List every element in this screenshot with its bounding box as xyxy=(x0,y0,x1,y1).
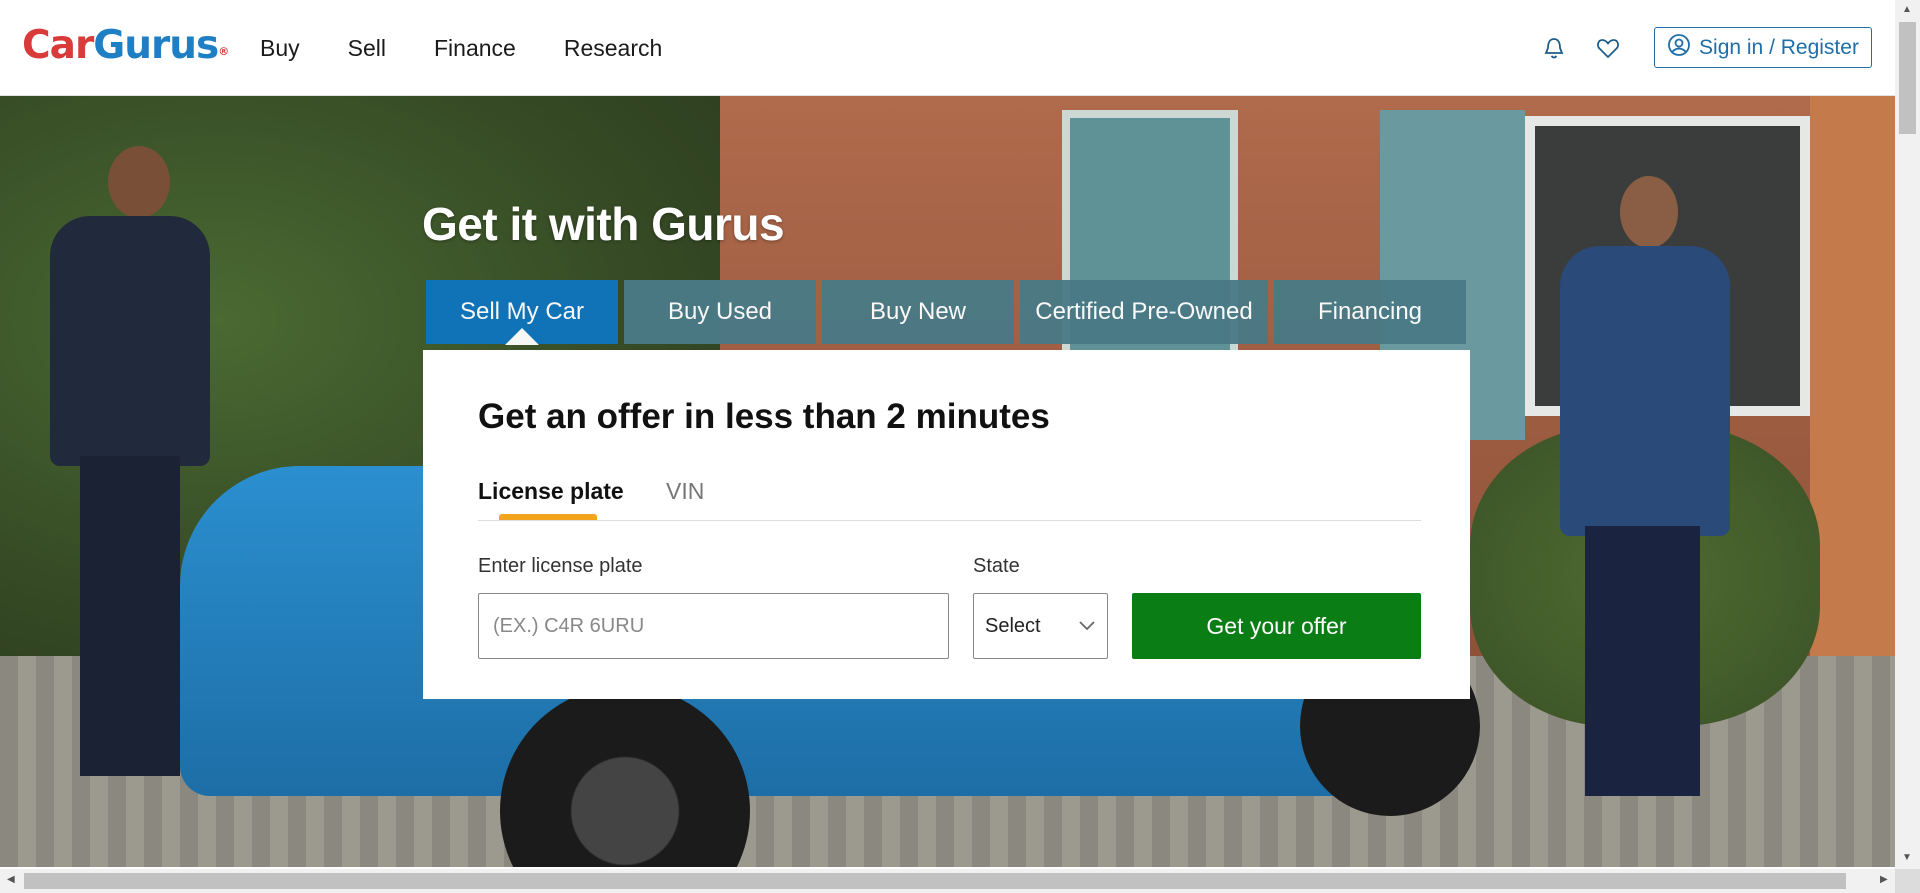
vertical-scroll-thumb[interactable] xyxy=(1899,22,1916,134)
tab-buy-new[interactable]: Buy New xyxy=(822,280,1014,344)
nav-research[interactable]: Research xyxy=(564,30,662,66)
cargurus-logo[interactable]: CarGurus® xyxy=(22,22,229,70)
hero-person-right xyxy=(1530,176,1750,796)
scrollbar-corner xyxy=(1895,869,1920,893)
tab-buy-used[interactable]: Buy Used xyxy=(624,280,816,344)
scroll-right-arrow-icon[interactable]: ▶ xyxy=(1880,874,1888,885)
chevron-down-icon xyxy=(1077,616,1097,636)
main-nav: Buy Sell Finance Research xyxy=(260,30,710,66)
hero-background-brick xyxy=(1810,96,1895,716)
vertical-scrollbar[interactable]: ▲ ▼ xyxy=(1895,0,1920,869)
tab-financing[interactable]: Financing xyxy=(1274,280,1466,344)
nav-sell[interactable]: Sell xyxy=(348,30,386,66)
logo-registered-mark: ® xyxy=(218,45,229,58)
offer-card: Get an offer in less than 2 minutes Lice… xyxy=(423,350,1470,699)
hero-section: Get it with Gurus Sell My Car Buy Used B… xyxy=(0,96,1895,867)
site-header: CarGurus® Buy Sell Finance Research Sign… xyxy=(0,0,1895,96)
bell-icon[interactable] xyxy=(1540,34,1568,62)
state-select-value: Select xyxy=(985,614,1041,637)
horizontal-scrollbar[interactable]: ◀ ▶ xyxy=(0,869,1895,893)
nav-finance[interactable]: Finance xyxy=(434,30,516,66)
scroll-down-arrow-icon[interactable]: ▼ xyxy=(1902,852,1912,863)
subtab-vin[interactable]: VIN xyxy=(666,476,704,506)
horizontal-scroll-thumb[interactable] xyxy=(24,873,1846,889)
lookup-method-tabs: License plate VIN xyxy=(478,476,1421,521)
scroll-up-arrow-icon[interactable]: ▲ xyxy=(1902,4,1912,15)
get-your-offer-button[interactable]: Get your offer xyxy=(1132,593,1421,659)
sign-in-label: Sign in / Register xyxy=(1699,35,1859,59)
logo-part-car: Car xyxy=(22,23,94,68)
sign-in-register-button[interactable]: Sign in / Register xyxy=(1654,27,1872,68)
nav-buy[interactable]: Buy xyxy=(260,30,300,66)
user-circle-icon xyxy=(1667,33,1691,63)
hero-person-left xyxy=(40,146,220,786)
license-plate-input[interactable] xyxy=(478,593,949,659)
logo-part-gurus: Gurus xyxy=(93,23,219,68)
state-label: State xyxy=(973,555,1020,577)
tab-sell-my-car[interactable]: Sell My Car xyxy=(426,280,618,345)
tab-certified-pre-owned[interactable]: Certified Pre-Owned xyxy=(1020,280,1268,344)
license-plate-label: Enter license plate xyxy=(478,555,643,577)
scroll-left-arrow-icon[interactable]: ◀ xyxy=(7,874,15,885)
hero-tabs: Sell My Car Buy Used Buy New Certified P… xyxy=(426,280,1466,345)
subtab-license-plate[interactable]: License plate xyxy=(478,476,624,506)
active-subtab-indicator xyxy=(499,514,597,520)
state-select[interactable]: Select xyxy=(973,593,1108,659)
hero-title: Get it with Gurus xyxy=(422,198,785,250)
offer-card-title: Get an offer in less than 2 minutes xyxy=(478,397,1050,436)
heart-icon[interactable] xyxy=(1594,34,1622,62)
